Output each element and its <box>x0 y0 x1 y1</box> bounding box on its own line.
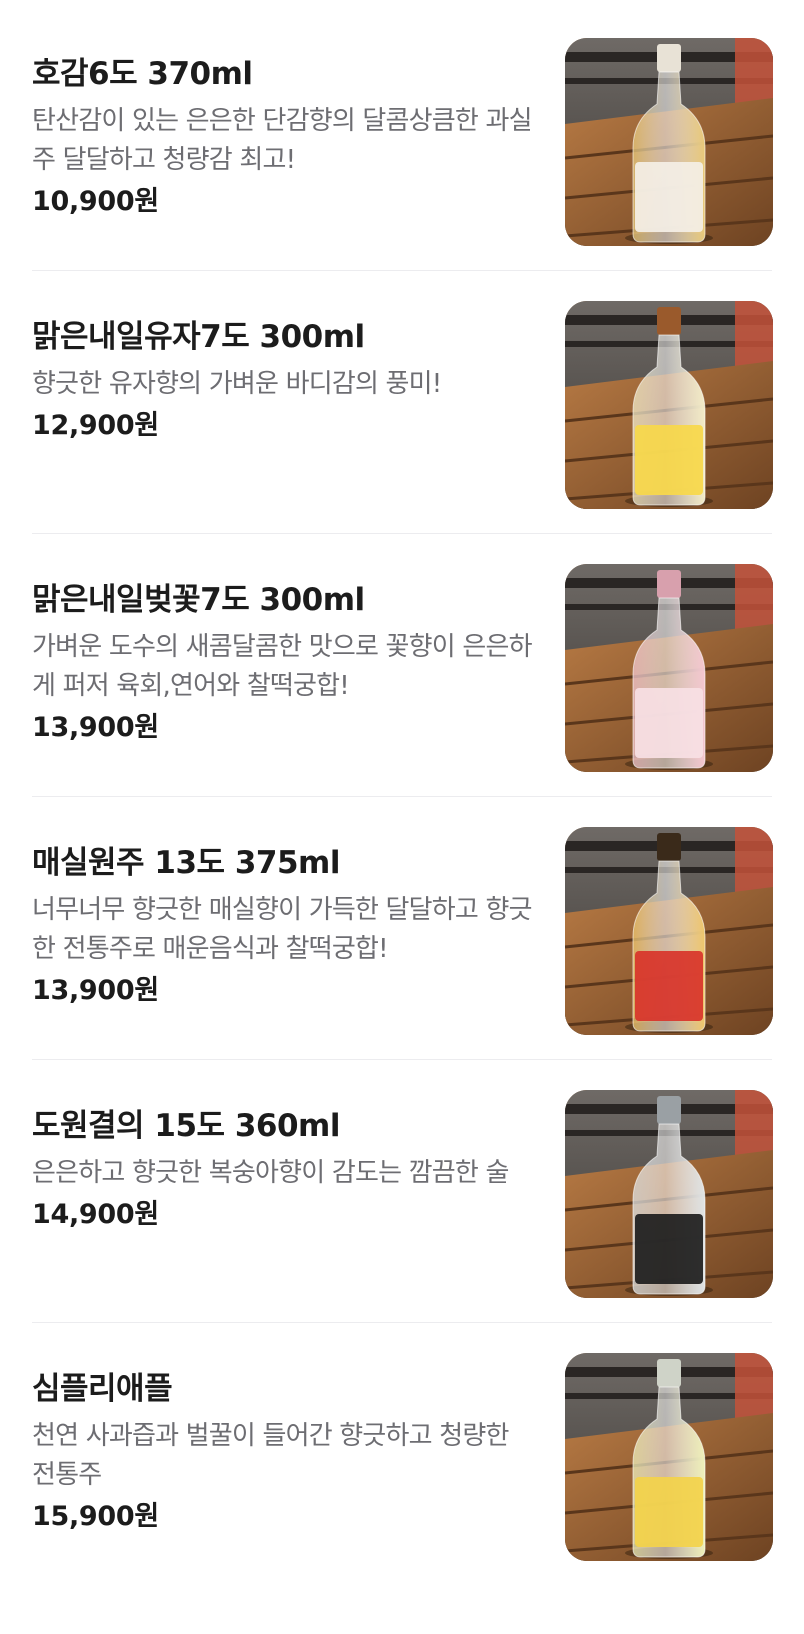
menu-item-price: 12,900원 <box>32 410 159 441</box>
menu-item-text: 맑은내일벚꽃7도 300ml 가벼운 도수의 새콤달콤한 맛으로 꽃향이 은은하게… <box>32 578 533 748</box>
menu-item-description: 가벼운 도수의 새콤달콤한 맛으로 꽃향이 은은하게 퍼저 육회,연어와 찰떡궁… <box>32 632 533 701</box>
menu-item-price: 15,900원 <box>32 1501 159 1532</box>
menu-item-photo[interactable] <box>565 38 773 246</box>
menu-item[interactable]: 호감6도 370ml 탄산감이 있는 은은한 단감향의 달콤상큼한 과실주 달달하… <box>0 8 804 284</box>
menu-item-description: 향긋한 유자향의 가벼운 바디감의 풍미! <box>32 369 442 399</box>
menu-item-description: 은은하고 향긋한 복숭아향이 감도는 깜끔한 술 <box>32 1158 509 1188</box>
bottle-photo-icon <box>565 38 773 246</box>
menu-item-photo[interactable] <box>565 301 773 509</box>
menu-item[interactable]: 도원결의 15도 360ml 은은하고 향긋한 복숭아향이 감도는 깜끔한 술 14… <box>0 1060 804 1336</box>
menu-item-price: 10,900원 <box>32 186 159 217</box>
menu-item-price: 14,900원 <box>32 1199 159 1230</box>
bottle-photo-icon <box>565 1353 773 1561</box>
menu-item-description: 탄산감이 있는 은은한 단감향의 달콤상큼한 과실주 달달하고 청량감 최고! <box>32 106 533 175</box>
menu-item-photo[interactable] <box>565 827 773 1035</box>
menu-item[interactable]: 심플리애플천연 사과즙과 벌꿀이 들어간 향긋하고 청량한 전통주 15,900원 <box>0 1323 804 1599</box>
menu-item-text: 호감6도 370ml 탄산감이 있는 은은한 단감향의 달콤상큼한 과실주 달달하… <box>32 52 533 222</box>
menu-item[interactable]: 맑은내일유자7도 300ml 향긋한 유자향의 가벼운 바디감의 풍미! 12,90… <box>0 271 804 547</box>
menu-item-price: 13,900원 <box>32 712 159 743</box>
menu-item-description: 너무너무 향긋한 매실향이 가득한 달달하고 향긋한 전통주로 매운음식과 찰떡… <box>32 895 533 964</box>
bottle-photo-icon <box>565 564 773 772</box>
menu-item-photo[interactable] <box>565 564 773 772</box>
bottle-photo-icon <box>565 301 773 509</box>
menu-item-photo[interactable] <box>565 1353 773 1561</box>
menu-list: 호감6도 370ml 탄산감이 있는 은은한 단감향의 달콤상큼한 과실주 달달하… <box>0 0 804 1634</box>
menu-item-name: 매실원주 13도 375ml <box>32 845 340 881</box>
menu-item-description: 천연 사과즙과 벌꿀이 들어간 향긋하고 청량한 전통주 <box>32 1421 509 1490</box>
menu-item[interactable]: 매실원주 13도 375ml 너무너무 향긋한 매실향이 가득한 달달하고 향긋한… <box>0 797 804 1073</box>
menu-item-text: 매실원주 13도 375ml 너무너무 향긋한 매실향이 가득한 달달하고 향긋한… <box>32 841 533 1011</box>
menu-item-name: 심플리애플 <box>32 1371 173 1407</box>
bottle-photo-icon <box>565 827 773 1035</box>
menu-item-text: 도원결의 15도 360ml 은은하고 향긋한 복숭아향이 감도는 깜끔한 술 14… <box>32 1104 532 1235</box>
menu-item[interactable]: 맑은내일벚꽃7도 300ml 가벼운 도수의 새콤달콤한 맛으로 꽃향이 은은하게… <box>0 534 804 810</box>
menu-item-name: 맑은내일유자7도 300ml <box>32 319 365 355</box>
menu-item-name: 호감6도 370ml <box>32 56 253 92</box>
menu-item-photo[interactable] <box>565 1090 773 1298</box>
menu-item-text: 맑은내일유자7도 300ml 향긋한 유자향의 가벼운 바디감의 풍미! 12,90… <box>32 315 532 446</box>
menu-item-name: 도원결의 15도 360ml <box>32 1108 340 1144</box>
menu-item-name: 맑은내일벚꽃7도 300ml <box>32 582 365 618</box>
menu-item-text: 심플리애플천연 사과즙과 벌꿀이 들어간 향긋하고 청량한 전통주 15,900원 <box>32 1367 532 1537</box>
menu-item-price: 13,900원 <box>32 975 159 1006</box>
bottle-photo-icon <box>565 1090 773 1298</box>
